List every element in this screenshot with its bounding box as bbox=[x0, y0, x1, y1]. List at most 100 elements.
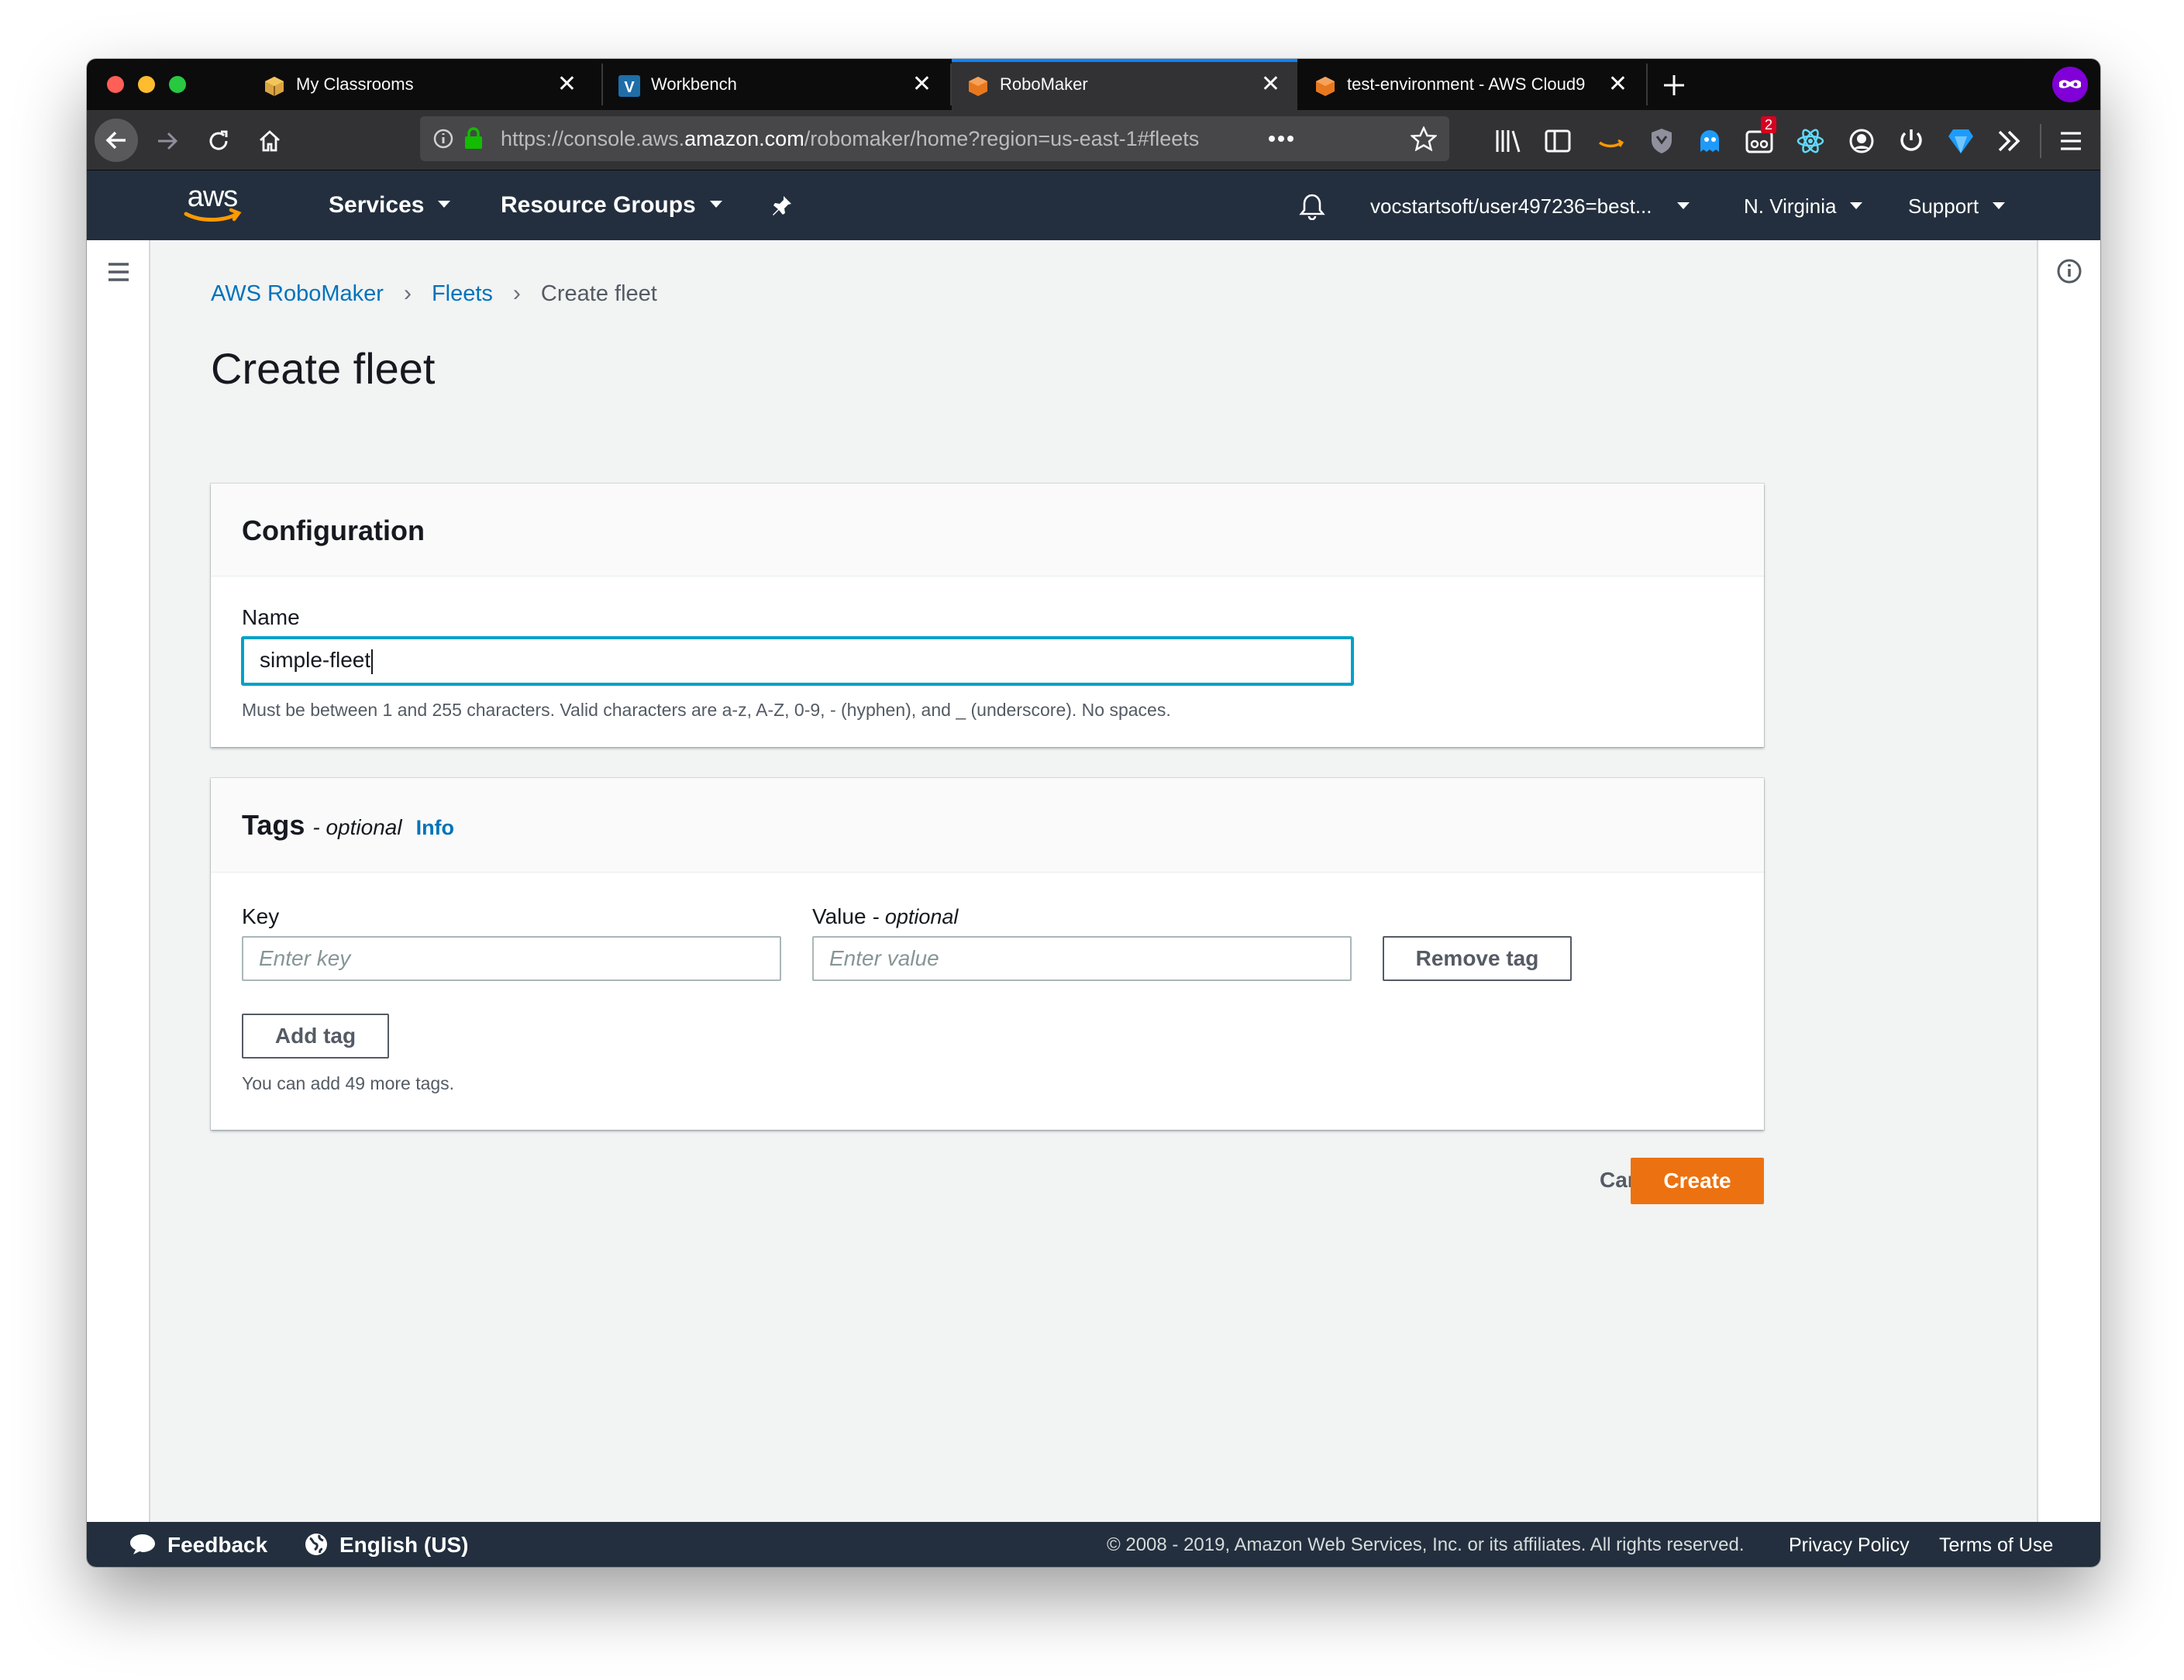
sidebar-icon[interactable] bbox=[1542, 126, 1573, 157]
caret-down-icon bbox=[438, 200, 451, 208]
add-tag-button[interactable]: Add tag bbox=[242, 1014, 389, 1059]
info-icon[interactable] bbox=[2055, 257, 2083, 285]
region-menu[interactable]: N. Virginia bbox=[1744, 194, 1863, 219]
zoom-window-button[interactable] bbox=[169, 76, 186, 93]
tab-bar: My Classrooms ✕ V Workbench ✕ RoboMaker … bbox=[87, 59, 2100, 110]
ghost-extension-icon[interactable] bbox=[1694, 126, 1725, 157]
account-circle-icon[interactable] bbox=[1846, 126, 1877, 157]
caret-down-icon bbox=[1993, 201, 2006, 209]
extension-with-badge[interactable]: 2 bbox=[1744, 116, 1776, 157]
account-menu[interactable]: vocstartsoft/user497236=best... bbox=[1370, 194, 1690, 219]
vocareum-icon: V bbox=[618, 75, 640, 97]
configuration-panel: Configuration Name simple-fleet Must be … bbox=[211, 484, 1764, 747]
forward-button[interactable] bbox=[146, 119, 189, 163]
overflow-chevron-icon[interactable] bbox=[1993, 126, 2024, 157]
power-icon[interactable] bbox=[1896, 126, 1927, 157]
feedback-link[interactable]: Feedback bbox=[129, 1533, 267, 1558]
home-button[interactable] bbox=[248, 119, 291, 163]
back-button[interactable] bbox=[95, 119, 138, 162]
value-label: Value - optional bbox=[812, 904, 959, 928]
info-icon bbox=[433, 129, 453, 149]
text-cursor bbox=[371, 649, 374, 674]
bookmark-star-icon[interactable] bbox=[1411, 126, 1437, 151]
amazon-assistant-icon[interactable] bbox=[1595, 126, 1626, 157]
library-icon[interactable] bbox=[1493, 126, 1524, 157]
name-input[interactable]: simple-fleet bbox=[242, 637, 1353, 685]
chevron-right-icon: › bbox=[403, 281, 412, 306]
close-tab-icon[interactable]: ✕ bbox=[1608, 71, 1628, 98]
name-input-value: simple-fleet bbox=[260, 648, 371, 672]
cloud9-icon bbox=[1316, 77, 1335, 96]
main-content: AWS RoboMaker › Fleets › Create fleet Create… bbox=[150, 240, 2037, 1522]
private-browsing-icon bbox=[2052, 67, 2088, 102]
react-devtools-icon[interactable] bbox=[1795, 126, 1826, 157]
url-text: https://console.aws.amazon.com/robomaker… bbox=[501, 127, 1200, 150]
breadcrumb-fleets[interactable]: Fleets bbox=[432, 281, 493, 306]
help-panel-rail bbox=[2037, 240, 2100, 1522]
reload-button[interactable] bbox=[197, 119, 240, 163]
tab-robomaker[interactable]: RoboMaker ✕ bbox=[952, 59, 1297, 110]
shield-extension-icon[interactable] bbox=[1646, 126, 1677, 157]
tab-my-classrooms[interactable]: My Classrooms ✕ bbox=[248, 59, 594, 110]
globe-icon bbox=[305, 1533, 327, 1555]
tags-panel-header: Tags - optional Info bbox=[211, 778, 1764, 873]
hamburger-menu-icon[interactable] bbox=[2055, 126, 2086, 157]
close-tab-icon[interactable]: ✕ bbox=[912, 71, 932, 98]
page-actions-icon[interactable] bbox=[1268, 135, 1294, 143]
url-bar[interactable]: https://console.aws.amazon.com/robomaker… bbox=[420, 116, 1449, 161]
name-label: Name bbox=[242, 605, 300, 629]
tab-cloud9[interactable]: test-environment - AWS Cloud9 ✕ bbox=[1299, 59, 1645, 110]
reload-icon bbox=[209, 130, 228, 150]
privacy-policy-link[interactable]: Privacy Policy bbox=[1789, 1534, 1910, 1556]
minimize-window-button[interactable] bbox=[138, 76, 155, 93]
pin-icon[interactable] bbox=[770, 194, 794, 217]
gem-extension-icon[interactable] bbox=[1945, 126, 1976, 157]
speech-bubble-icon bbox=[130, 1534, 155, 1554]
tags-info-link[interactable]: Info bbox=[416, 816, 454, 839]
configuration-title: Configuration bbox=[242, 515, 425, 546]
package-icon bbox=[265, 77, 284, 96]
close-window-button[interactable] bbox=[107, 76, 124, 93]
svg-text:V: V bbox=[624, 79, 635, 96]
close-tab-icon[interactable]: ✕ bbox=[1261, 71, 1280, 98]
aws-console-header: aws Services Resource Groups vocstartsof… bbox=[87, 170, 2100, 240]
notifications-bell-icon[interactable] bbox=[1299, 192, 1325, 220]
breadcrumb: AWS RoboMaker › Fleets › Create fleet bbox=[211, 281, 657, 307]
tab-workbench[interactable]: V Workbench ✕ bbox=[603, 59, 949, 110]
copyright-text: © 2008 - 2019, Amazon Web Services, Inc.… bbox=[1107, 1534, 1745, 1555]
browser-window: My Classrooms ✕ V Workbench ✕ RoboMaker … bbox=[87, 59, 2100, 1567]
services-menu[interactable]: Services bbox=[329, 192, 451, 219]
notification-badge: 2 bbox=[1761, 116, 1776, 133]
support-menu[interactable]: Support bbox=[1908, 194, 2006, 219]
terms-of-use-link[interactable]: Terms of Use bbox=[1939, 1534, 2053, 1556]
breadcrumb-robomaker[interactable]: AWS RoboMaker bbox=[211, 281, 384, 306]
language-selector[interactable]: English (US) bbox=[304, 1533, 468, 1559]
close-tab-icon[interactable]: ✕ bbox=[557, 71, 577, 98]
home-icon bbox=[260, 130, 280, 152]
hamburger-menu-icon[interactable] bbox=[105, 259, 132, 285]
key-label: Key bbox=[242, 904, 280, 928]
aws-logo[interactable]: aws bbox=[178, 181, 246, 228]
configuration-panel-header: Configuration bbox=[211, 484, 1764, 577]
name-constraint-hint: Must be between 1 and 255 characters. Va… bbox=[242, 700, 1171, 720]
tag-key-input[interactable]: Enter key bbox=[242, 936, 781, 981]
navigation-drawer-rail bbox=[87, 240, 150, 1522]
plus-icon bbox=[1664, 75, 1684, 95]
console-footer: Feedback English (US) © 2008 - 2019, Ama… bbox=[87, 1522, 2100, 1567]
svg-text:aws: aws bbox=[188, 181, 238, 213]
caret-down-icon bbox=[709, 200, 722, 208]
breadcrumb-current: Create fleet bbox=[540, 281, 657, 306]
navigation-toolbar: https://console.aws.amazon.com/robomaker… bbox=[87, 110, 2100, 170]
lock-icon bbox=[465, 127, 482, 149]
create-button[interactable]: Create bbox=[1631, 1158, 1764, 1204]
tag-value-input[interactable]: Enter value bbox=[812, 936, 1352, 981]
resource-groups-menu[interactable]: Resource Groups bbox=[501, 192, 722, 219]
caret-down-icon bbox=[1850, 201, 1863, 209]
new-tab-button[interactable] bbox=[1652, 64, 1696, 107]
arrow-right-icon bbox=[158, 132, 178, 150]
caret-down-icon bbox=[1676, 201, 1690, 209]
tags-title: Tags - optional Info bbox=[242, 809, 455, 841]
page-title: Create fleet bbox=[211, 344, 436, 393]
remove-tag-button[interactable]: Remove tag bbox=[1383, 936, 1572, 981]
tags-panel: Tags - optional Info Key Enter key Value … bbox=[211, 778, 1764, 1130]
